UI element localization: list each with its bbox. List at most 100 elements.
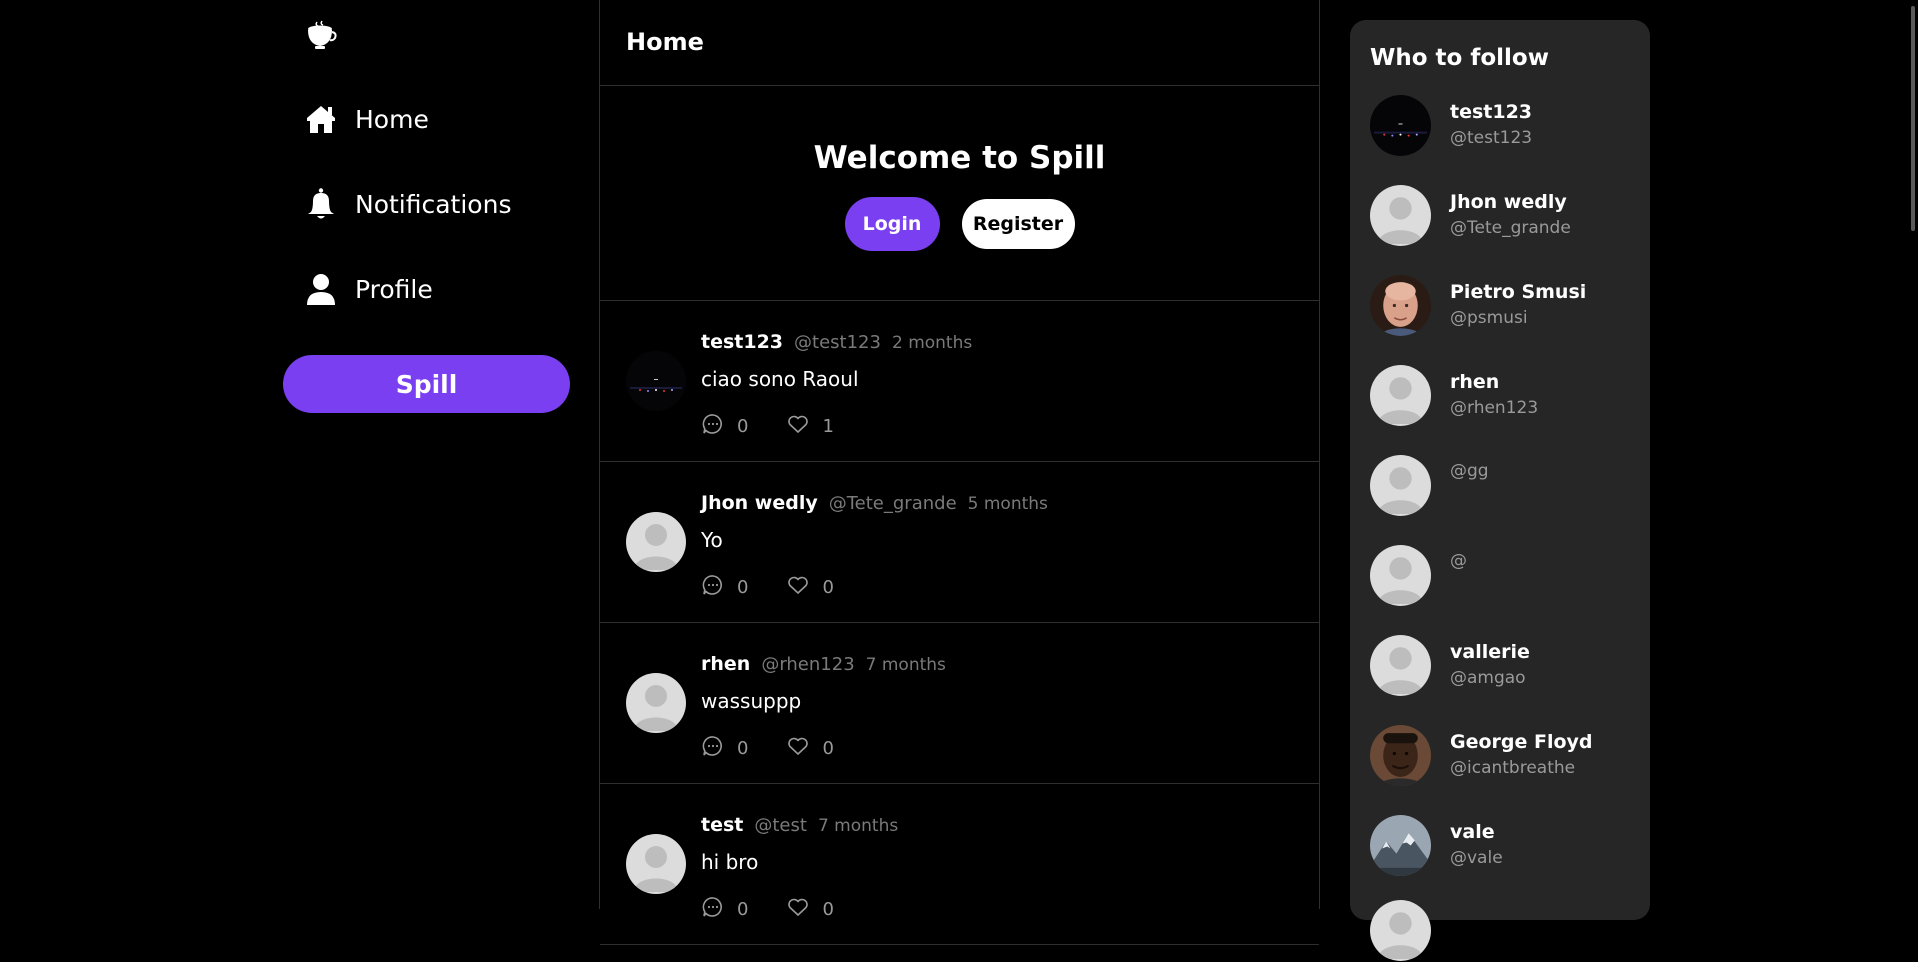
follow-suggestion[interactable]: [1370, 900, 1640, 962]
sidebar-item-label: Profile: [355, 274, 433, 304]
heart-icon: [786, 573, 810, 601]
post-timestamp: 7 months: [865, 655, 946, 675]
scrollbar-thumb[interactable]: [1911, 6, 1915, 231]
auth-buttons: Login Register: [600, 197, 1319, 251]
post-timestamp: 7 months: [817, 816, 899, 836]
post-item[interactable]: rhen @rhen123 7 months wassuppp 0 0: [600, 623, 1319, 784]
user-icon: [303, 271, 339, 307]
follow-suggestion[interactable]: test123 @test123: [1370, 95, 1640, 157]
comment-count: 0: [737, 898, 749, 920]
sidebar-item-home[interactable]: Home: [303, 95, 429, 143]
like-button[interactable]: 0: [786, 573, 834, 601]
post-author-handle[interactable]: @Tete_grande: [829, 493, 957, 514]
post-author-name[interactable]: test123: [701, 331, 783, 353]
like-count: 0: [822, 737, 834, 759]
bell-icon: [303, 186, 339, 222]
post-actions: 0 0: [701, 573, 834, 601]
comment-count: 0: [737, 415, 749, 437]
post-meta: test @test 7 months: [701, 814, 898, 836]
comment-icon: [701, 573, 725, 601]
post-author-handle[interactable]: @test: [754, 815, 807, 836]
follow-handle: @icantbreathe: [1450, 758, 1576, 778]
follow-suggestion[interactable]: vale @vale: [1370, 815, 1640, 877]
like-button[interactable]: 0: [786, 734, 834, 762]
post-timestamp: 5 months: [967, 494, 1048, 514]
post-text: wassuppp: [701, 689, 802, 713]
post-meta: Jhon wedly @Tete_grande 5 months: [701, 492, 1048, 514]
follow-name: vallerie: [1450, 641, 1530, 663]
sidebar-item-notifications[interactable]: Notifications: [303, 180, 511, 228]
like-button[interactable]: 1: [786, 412, 834, 440]
follow-handle: @amgao: [1450, 668, 1526, 688]
heart-icon: [786, 412, 810, 440]
avatar: [1370, 455, 1431, 516]
avatar: [1370, 545, 1431, 606]
comment-button[interactable]: 0: [701, 895, 748, 923]
follow-handle: @Tete_grande: [1450, 218, 1571, 238]
follow-suggestion[interactable]: Pietro Smusi @psmusi: [1370, 275, 1640, 337]
avatar: [1370, 900, 1431, 961]
post-meta: test123 @test123 2 months: [701, 331, 972, 353]
page-scrollbar[interactable]: [1904, 0, 1918, 909]
spill-button[interactable]: Spill: [283, 355, 570, 413]
login-button[interactable]: Login: [844, 197, 940, 251]
avatar: [1370, 635, 1431, 696]
welcome-banner: Welcome to Spill Login Register: [600, 86, 1319, 301]
comment-icon: [701, 734, 725, 762]
follow-handle: @psmusi: [1450, 308, 1528, 328]
avatar[interactable]: [626, 512, 686, 572]
follow-suggestion[interactable]: @gg: [1370, 455, 1640, 517]
feed-header: Home: [600, 0, 1319, 86]
follow-name: George Floyd: [1450, 731, 1593, 753]
avatar: [1370, 365, 1431, 426]
follow-suggestion[interactable]: rhen @rhen123: [1370, 365, 1640, 427]
like-count: 1: [822, 415, 834, 437]
sidebar-item-profile[interactable]: Profile: [303, 265, 433, 313]
page-title: Home: [626, 28, 704, 56]
post-author-name[interactable]: rhen: [701, 653, 750, 675]
avatar[interactable]: [626, 351, 686, 411]
like-count: 0: [822, 898, 834, 920]
like-count: 0: [822, 576, 834, 598]
post-text: hi bro: [701, 850, 759, 874]
who-to-follow-panel: Who to follow test123 @test123 Jhon wedl…: [1350, 20, 1650, 920]
post-text: ciao sono Raoul: [701, 367, 859, 391]
home-icon: [303, 101, 339, 137]
heart-icon: [786, 895, 810, 923]
avatar: [1370, 95, 1431, 156]
heart-icon: [786, 734, 810, 762]
post-actions: 0 1: [701, 412, 834, 440]
follow-handle: @test123: [1450, 128, 1533, 148]
follow-name: rhen: [1450, 371, 1500, 393]
follow-name: vale: [1450, 821, 1495, 843]
post-item[interactable]: test123 @test123 2 months ciao sono Raou…: [600, 301, 1319, 462]
comment-button[interactable]: 0: [701, 412, 748, 440]
comment-button[interactable]: 0: [701, 734, 748, 762]
avatar: [1370, 815, 1431, 876]
follow-suggestion[interactable]: Jhon wedly @Tete_grande: [1370, 185, 1640, 247]
follow-suggestion[interactable]: vallerie @amgao: [1370, 635, 1640, 697]
follow-handle: @rhen123: [1450, 398, 1539, 418]
sidebar-item-label: Home: [355, 104, 429, 134]
follow-suggestion[interactable]: George Floyd @icantbreathe: [1370, 725, 1640, 787]
teacup-icon[interactable]: [303, 18, 337, 52]
avatar[interactable]: [626, 834, 686, 894]
comment-icon: [701, 412, 725, 440]
post-author-handle[interactable]: @rhen123: [761, 654, 854, 675]
avatar[interactable]: [626, 673, 686, 733]
post-author-name[interactable]: Jhon wedly: [701, 492, 818, 514]
post-author-name[interactable]: test: [701, 814, 743, 836]
post-item[interactable]: test @test 7 months hi bro 0 0: [600, 784, 1319, 945]
post-text: Yo: [701, 528, 723, 552]
post-meta: rhen @rhen123 7 months: [701, 653, 946, 675]
post-author-handle[interactable]: @test123: [794, 332, 881, 353]
avatar: [1370, 275, 1431, 336]
post-item[interactable]: Jhon wedly @Tete_grande 5 months Yo 0 0: [600, 462, 1319, 623]
like-button[interactable]: 0: [786, 895, 834, 923]
comment-button[interactable]: 0: [701, 573, 748, 601]
follow-suggestion[interactable]: @: [1370, 545, 1640, 607]
main-feed: Home Welcome to Spill Login Register tes…: [599, 0, 1320, 945]
register-button[interactable]: Register: [961, 199, 1075, 249]
sidebar: Home Notifications Profile Spill: [283, 0, 598, 909]
follow-handle: @vale: [1450, 848, 1503, 868]
